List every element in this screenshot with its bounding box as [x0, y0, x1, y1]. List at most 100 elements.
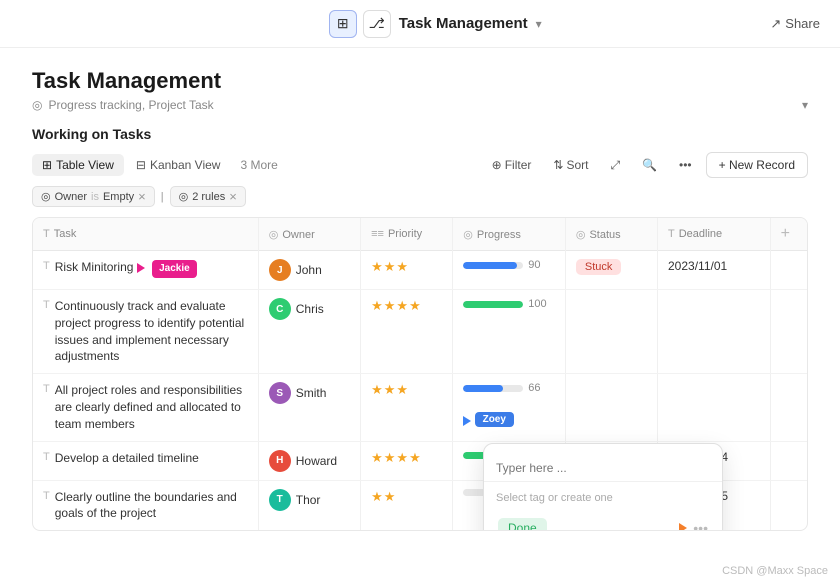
priority-stars: ★★★ [371, 382, 409, 397]
row-add-cell [770, 441, 807, 480]
status-cell[interactable] [565, 290, 657, 374]
more-views-btn[interactable]: 3 More [232, 154, 285, 176]
task-type-icon: T [43, 383, 50, 395]
branch-icon-btn[interactable]: ⎇ [363, 10, 391, 38]
col-header-progress[interactable]: ◎Progress [453, 218, 566, 251]
priority-col-icon: ≡≡ [371, 228, 384, 240]
progress-fill [463, 262, 517, 269]
data-table: TTask ◎Owner ≡≡Priority ◎Progress ◎Statu… [32, 217, 808, 531]
sort-btn[interactable]: ⇅ Sort [545, 154, 596, 176]
progress-num: 90 [528, 259, 540, 271]
section-title: Working on Tasks [32, 126, 808, 142]
task-cell[interactable]: T Clearly outline the boundaries and goa… [33, 480, 258, 530]
status-cell[interactable]: Stuck [565, 251, 657, 290]
task-cell[interactable]: T All project roles and responsibilities… [33, 374, 258, 441]
deadline-cell [658, 290, 771, 374]
owner-cell[interactable]: S Smith [258, 374, 360, 441]
watermark: CSDN @Maxx Space [722, 565, 828, 577]
dropdown-item-done[interactable]: Done ••• [484, 512, 722, 531]
share-label: Share [785, 16, 820, 31]
progress-col-icon: ◎ [463, 229, 473, 241]
progress-fill [463, 301, 523, 308]
avatar: S [269, 382, 291, 404]
task-cell[interactable]: T Risk Minitoring Jackie [33, 251, 258, 290]
filter-rules-label: 2 rules [192, 191, 225, 203]
kanban-view-btn[interactable]: ⊟ Kanban View [126, 154, 231, 176]
table-icon-btn[interactable]: ⊞ [329, 10, 357, 38]
filter-owner-close[interactable]: × [138, 190, 146, 203]
arrow-progress-icon [463, 416, 471, 426]
kanban-view-label: Kanban View [150, 158, 221, 172]
progress-bar [463, 262, 523, 269]
progress-cell: 100 [453, 290, 566, 374]
avatar: T [269, 489, 291, 511]
task-cell[interactable]: T Develop a detailed timeline [33, 441, 258, 480]
task-text: All project roles and responsibilities a… [55, 382, 248, 432]
topbar-center: ⊞ ⎇ Task Management ▾ [329, 10, 542, 38]
sort-label: Sort [566, 158, 588, 172]
dropdown-search-container [484, 454, 722, 482]
meta-chevron: ▾ [802, 98, 808, 112]
filter-divider: | [161, 191, 164, 203]
kanban-view-icon: ⊟ [136, 158, 146, 172]
add-column-icon[interactable]: + [781, 225, 790, 242]
task-type-icon: T [43, 451, 50, 463]
priority-stars: ★★★★ [371, 450, 422, 465]
filter-rules-close[interactable]: × [229, 190, 237, 203]
filter-owner-icon: ◎ [41, 190, 51, 203]
table-view-label: Table View [56, 158, 114, 172]
col-header-owner[interactable]: ◎Owner [258, 218, 360, 251]
new-record-btn[interactable]: + New Record [706, 152, 808, 178]
status-badge: Stuck [576, 259, 622, 275]
priority-cell: ★★★ [361, 251, 453, 290]
priority-cell: ★★★ [361, 374, 453, 441]
expand-btn[interactable]: ⤢ [602, 154, 628, 177]
avatar: H [269, 450, 291, 472]
toolbar-right: ⊕ Filter ⇅ Sort ⤢ 🔍 ••• + New Record [484, 152, 808, 178]
col-header-task[interactable]: TTask [33, 218, 258, 251]
filter-owner-value: Empty [103, 191, 134, 203]
page-meta: ◎ Progress tracking, Project Task ▾ [32, 98, 808, 112]
dropdown-search-input[interactable] [496, 461, 710, 475]
col-header-priority[interactable]: ≡≡Priority [361, 218, 453, 251]
deadline-col-icon: T [668, 228, 675, 240]
progress-bar [463, 385, 523, 392]
share-icon: ↗ [770, 16, 781, 32]
owner-cell[interactable]: H Howard [258, 441, 360, 480]
task-type-icon: T [43, 299, 50, 311]
task-badge: Jackie [152, 260, 197, 278]
row-add-cell [770, 374, 807, 441]
owner-cell[interactable]: C Chris [258, 290, 360, 374]
priority-cell: ★★★★ [361, 441, 453, 480]
col-header-deadline[interactable]: TDeadline [658, 218, 771, 251]
col-header-status[interactable]: ◎Status [565, 218, 657, 251]
status-col-icon: ◎ [576, 229, 586, 241]
deadline-cell [658, 374, 771, 441]
progress-cell: 90 [453, 251, 566, 290]
filter-rules-tag[interactable]: ◎ 2 rules × [170, 186, 246, 207]
share-button[interactable]: ↗ Share [770, 16, 820, 32]
progress-cell: 66 Zoey [453, 374, 566, 441]
task-text: Risk Minitoring Jackie [55, 259, 197, 278]
priority-stars: ★★★ [371, 259, 409, 274]
filter-owner-tag[interactable]: ◎ Owner is Empty × [32, 186, 155, 207]
arrow-task-icon [137, 263, 145, 273]
task-cell[interactable]: T Continuously track and evaluate projec… [33, 290, 258, 374]
filter-btn[interactable]: ⊕ Filter [484, 154, 540, 176]
meta-icon: ◎ [32, 98, 42, 112]
progress-bar [463, 301, 523, 308]
done-options-icon[interactable]: ••• [693, 520, 708, 531]
search-btn[interactable]: 🔍 [634, 154, 665, 176]
task-text: Develop a detailed timeline [55, 450, 199, 467]
table-row: T Risk Minitoring Jackie J John ★★★ 90 S… [33, 251, 807, 290]
filter-label: Filter [505, 158, 532, 172]
progress-num: 100 [528, 298, 546, 310]
topbar: ⊞ ⎇ Task Management ▾ ↗ Share [0, 0, 840, 48]
col-header-add[interactable]: + [770, 218, 807, 251]
more-options-btn[interactable]: ••• [671, 154, 700, 176]
owner-cell[interactable]: T Thor [258, 480, 360, 530]
status-cell[interactable] [565, 374, 657, 441]
table-view-btn[interactable]: ⊞ Table View [32, 154, 124, 176]
owner-cell[interactable]: J John [258, 251, 360, 290]
title-chevron-icon[interactable]: ▾ [536, 17, 542, 31]
